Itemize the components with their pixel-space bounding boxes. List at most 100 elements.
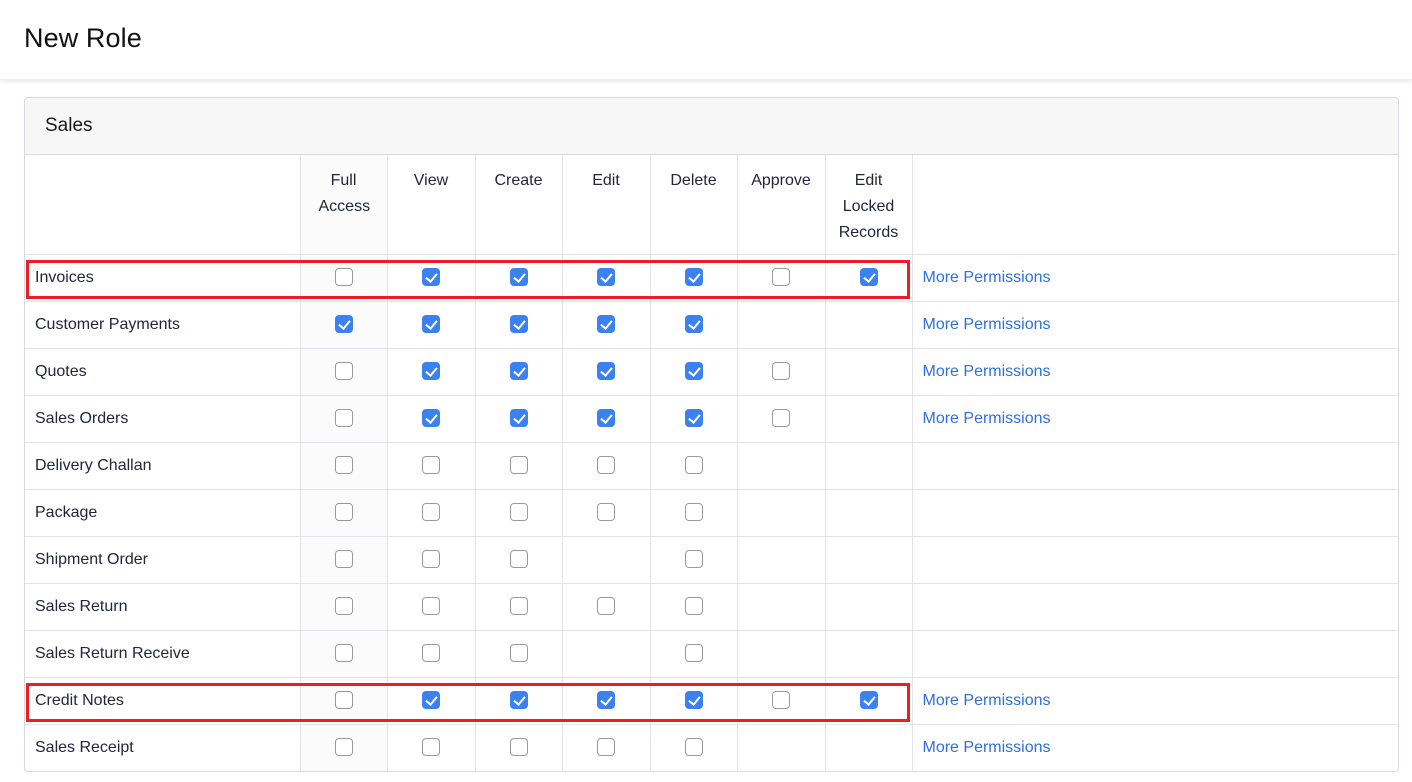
view-checkbox[interactable]	[422, 738, 440, 757]
cell-full-access	[300, 442, 388, 490]
full-access-checkbox[interactable]	[334, 503, 353, 522]
cell-edit-locked	[825, 254, 913, 302]
view-checkbox[interactable]	[422, 362, 440, 381]
edit-checkbox[interactable]	[597, 691, 615, 710]
view-checkbox[interactable]	[422, 503, 440, 522]
create-checkbox[interactable]	[509, 268, 528, 287]
cell-edit	[562, 489, 651, 537]
cell-edit-locked	[825, 395, 913, 443]
delete-checkbox[interactable]	[684, 644, 703, 663]
module-name: Sales Receipt	[25, 724, 301, 771]
edit-checkbox[interactable]	[597, 409, 615, 428]
view-checkbox[interactable]	[422, 456, 440, 475]
view-checkbox[interactable]	[422, 268, 440, 287]
more-permissions-link[interactable]: More Permissions	[913, 269, 1051, 286]
full-access-checkbox[interactable]	[334, 409, 353, 428]
cell-create	[475, 536, 563, 584]
module-column-header	[25, 155, 301, 255]
delete-checkbox[interactable]	[684, 315, 703, 334]
view-checkbox[interactable]	[422, 409, 440, 428]
cell-full-access	[300, 677, 388, 725]
table-row: Credit Notes More Permissions	[25, 677, 1398, 725]
cell-full-access	[300, 348, 388, 396]
approve-checkbox[interactable]	[772, 268, 790, 287]
delete-checkbox[interactable]	[684, 456, 703, 475]
full-access-checkbox[interactable]	[334, 268, 353, 287]
edit-checkbox[interactable]	[597, 597, 615, 616]
cell-approve	[737, 348, 826, 396]
more-permissions-link[interactable]: More Permissions	[913, 316, 1051, 333]
cell-view	[387, 536, 476, 584]
cell-delete	[650, 442, 738, 490]
table-row: Shipment Order	[25, 536, 1398, 584]
edit-locked-checkbox[interactable]	[859, 691, 878, 710]
cell-view	[387, 583, 476, 631]
full-access-checkbox[interactable]	[334, 550, 353, 569]
cell-delete	[650, 254, 738, 302]
table-row: Sales Return	[25, 583, 1398, 631]
delete-checkbox[interactable]	[684, 738, 703, 757]
full-access-checkbox[interactable]	[334, 738, 353, 757]
cell-delete	[650, 536, 738, 584]
create-checkbox[interactable]	[509, 644, 528, 663]
actions-cell: More Permissions	[912, 348, 1398, 396]
more-permissions-link[interactable]: More Permissions	[913, 739, 1051, 756]
full-access-checkbox[interactable]	[334, 691, 353, 710]
create-checkbox[interactable]	[509, 456, 528, 475]
create-checkbox[interactable]	[509, 597, 528, 616]
full-access-checkbox[interactable]	[334, 456, 353, 475]
delete-checkbox[interactable]	[684, 597, 703, 616]
cell-edit	[562, 536, 651, 584]
actions-cell: More Permissions	[912, 254, 1398, 302]
view-checkbox[interactable]	[422, 315, 440, 334]
edit-checkbox[interactable]	[597, 456, 615, 475]
create-checkbox[interactable]	[509, 738, 528, 757]
create-checkbox[interactable]	[509, 362, 528, 381]
cell-full-access	[300, 724, 388, 771]
edit-locked-checkbox[interactable]	[859, 268, 878, 287]
edit-checkbox[interactable]	[597, 268, 615, 287]
more-permissions-link[interactable]: More Permissions	[913, 692, 1051, 709]
create-checkbox[interactable]	[509, 550, 528, 569]
create-checkbox[interactable]	[509, 503, 528, 522]
view-checkbox[interactable]	[422, 691, 440, 710]
table-row: Package	[25, 489, 1398, 537]
edit-checkbox[interactable]	[597, 315, 615, 334]
delete-checkbox[interactable]	[684, 362, 703, 381]
more-permissions-link[interactable]: More Permissions	[913, 410, 1051, 427]
delete-checkbox[interactable]	[684, 409, 703, 428]
edit-checkbox[interactable]	[597, 362, 615, 381]
delete-checkbox[interactable]	[684, 268, 703, 287]
actions-cell: More Permissions	[912, 301, 1398, 349]
create-checkbox[interactable]	[509, 409, 528, 428]
more-permissions-link[interactable]: More Permissions	[913, 363, 1051, 380]
full-access-checkbox[interactable]	[334, 315, 353, 334]
create-checkbox[interactable]	[509, 315, 528, 334]
cell-approve	[737, 677, 826, 725]
page-title: New Role	[24, 23, 142, 53]
full-access-checkbox[interactable]	[334, 597, 353, 616]
approve-checkbox[interactable]	[772, 409, 790, 428]
cell-create	[475, 583, 563, 631]
cell-approve	[737, 442, 826, 490]
full-access-checkbox[interactable]	[334, 362, 353, 381]
delete-checkbox[interactable]	[684, 691, 703, 710]
full-access-checkbox[interactable]	[334, 644, 353, 663]
module-name: Invoices	[25, 254, 301, 302]
cell-approve	[737, 489, 826, 537]
edit-checkbox[interactable]	[597, 503, 615, 522]
approve-checkbox[interactable]	[772, 691, 790, 710]
delete-checkbox[interactable]	[684, 550, 703, 569]
delete-checkbox[interactable]	[684, 503, 703, 522]
view-checkbox[interactable]	[422, 597, 440, 616]
cell-edit	[562, 442, 651, 490]
cell-edit	[562, 395, 651, 443]
edit-checkbox[interactable]	[597, 738, 615, 757]
cell-view	[387, 348, 476, 396]
cell-edit-locked	[825, 536, 913, 584]
create-checkbox[interactable]	[509, 691, 528, 710]
view-checkbox[interactable]	[422, 644, 440, 663]
approve-checkbox[interactable]	[772, 362, 790, 381]
table-row: Delivery Challan	[25, 442, 1398, 490]
view-checkbox[interactable]	[422, 550, 440, 569]
